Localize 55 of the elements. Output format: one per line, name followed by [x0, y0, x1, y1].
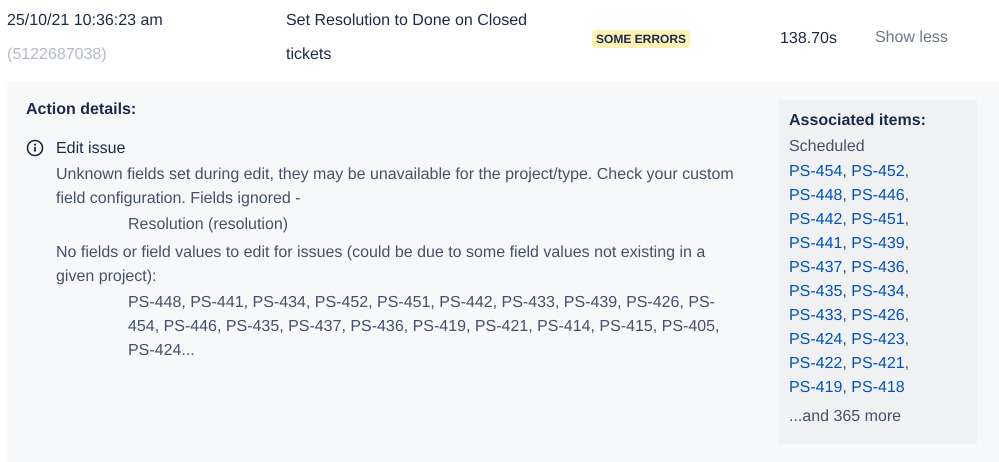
issue-link[interactable]: PS-454	[789, 163, 842, 180]
issue-link[interactable]: PS-439	[851, 235, 905, 252]
comma-text: ,	[842, 163, 847, 180]
message-detail: PS-448, PS-441, PS-434, PS-452, PS-451, PS-442, PS-433, PS-439, PS-426, PS-454, PS-446, PS-435, PS-437, PS-436, PS-419, PS-421, PS-414, PS-415, PS-405, PS-424...	[127, 293, 720, 361]
info-icon	[26, 139, 44, 157]
comma-text: ,	[842, 307, 847, 324]
comma-text: ,	[842, 259, 847, 276]
run-id: (5122687038)	[7, 45, 108, 65]
run-duration: 138.70s	[780, 29, 837, 49]
issue-link[interactable]: PS-422	[789, 355, 842, 372]
issue-link[interactable]: PS-448	[789, 187, 842, 204]
issue-link[interactable]: PS-433	[789, 307, 842, 324]
issue-link[interactable]: PS-421	[851, 355, 905, 372]
issue-link[interactable]: PS-452	[851, 163, 905, 180]
comma-text: ,	[904, 163, 910, 180]
issue-link[interactable]: PS-446	[851, 187, 905, 204]
group-label: Scheduled	[789, 137, 866, 157]
issue-link[interactable]: PS-441	[789, 235, 842, 252]
issue-link[interactable]: PS-442	[789, 211, 842, 228]
comma-text: ,	[842, 355, 847, 372]
comma-text: ,	[842, 211, 847, 228]
comma-text: ,	[904, 283, 910, 300]
comma-text: ,	[904, 235, 910, 252]
issue-link[interactable]: PS-423	[851, 331, 905, 348]
issue-link[interactable]: PS-418	[851, 379, 905, 396]
comma-text: ,	[904, 355, 910, 372]
issue-link[interactable]: PS-426	[851, 307, 905, 324]
comma-text: ,	[842, 235, 847, 252]
comma-text: ,	[842, 187, 847, 204]
comma-text: ,	[842, 331, 847, 348]
panel-heading: Associated items:	[789, 111, 927, 131]
action-title: Edit issue	[56, 139, 126, 159]
more-count: ...and 365 more	[789, 407, 902, 427]
issue-link[interactable]: PS-437	[789, 259, 842, 276]
issue-link[interactable]: PS-451	[851, 211, 905, 228]
issue-link[interactable]: PS-435	[789, 283, 842, 300]
status-lozenge: SOME ERRORS	[592, 30, 690, 48]
comma-text: ,	[904, 187, 910, 204]
section-heading: Action details:	[26, 100, 138, 120]
comma-text: ,	[904, 307, 910, 324]
run-timestamp: 25/10/21 10:36:23 am	[7, 11, 164, 31]
comma-text: ,	[904, 331, 910, 348]
message-text: Unknown fields set during edit, they may be unavailable for the project/type. Check your custom field configuration. Fields ignored -	[56, 165, 735, 209]
issue-link[interactable]: PS-424	[789, 331, 842, 348]
comma-text: ,	[842, 283, 847, 300]
message-detail: Resolution (resolution)	[127, 215, 290, 235]
comma-text: ,	[904, 259, 910, 276]
show-less-button[interactable]: Show less	[874, 29, 948, 47]
issue-link[interactable]: PS-419	[789, 379, 842, 396]
issue-link[interactable]: PS-434	[851, 283, 905, 300]
rule-name: Set Resolution to Done on Closed tickets	[286, 11, 528, 65]
comma-text: ,	[904, 211, 910, 228]
comma-text: ,	[842, 379, 847, 396]
message-text: No fields or field values to edit for issues (could be due to some field values not existing in a given project):	[56, 243, 706, 287]
issue-link[interactable]: PS-436	[851, 259, 905, 276]
